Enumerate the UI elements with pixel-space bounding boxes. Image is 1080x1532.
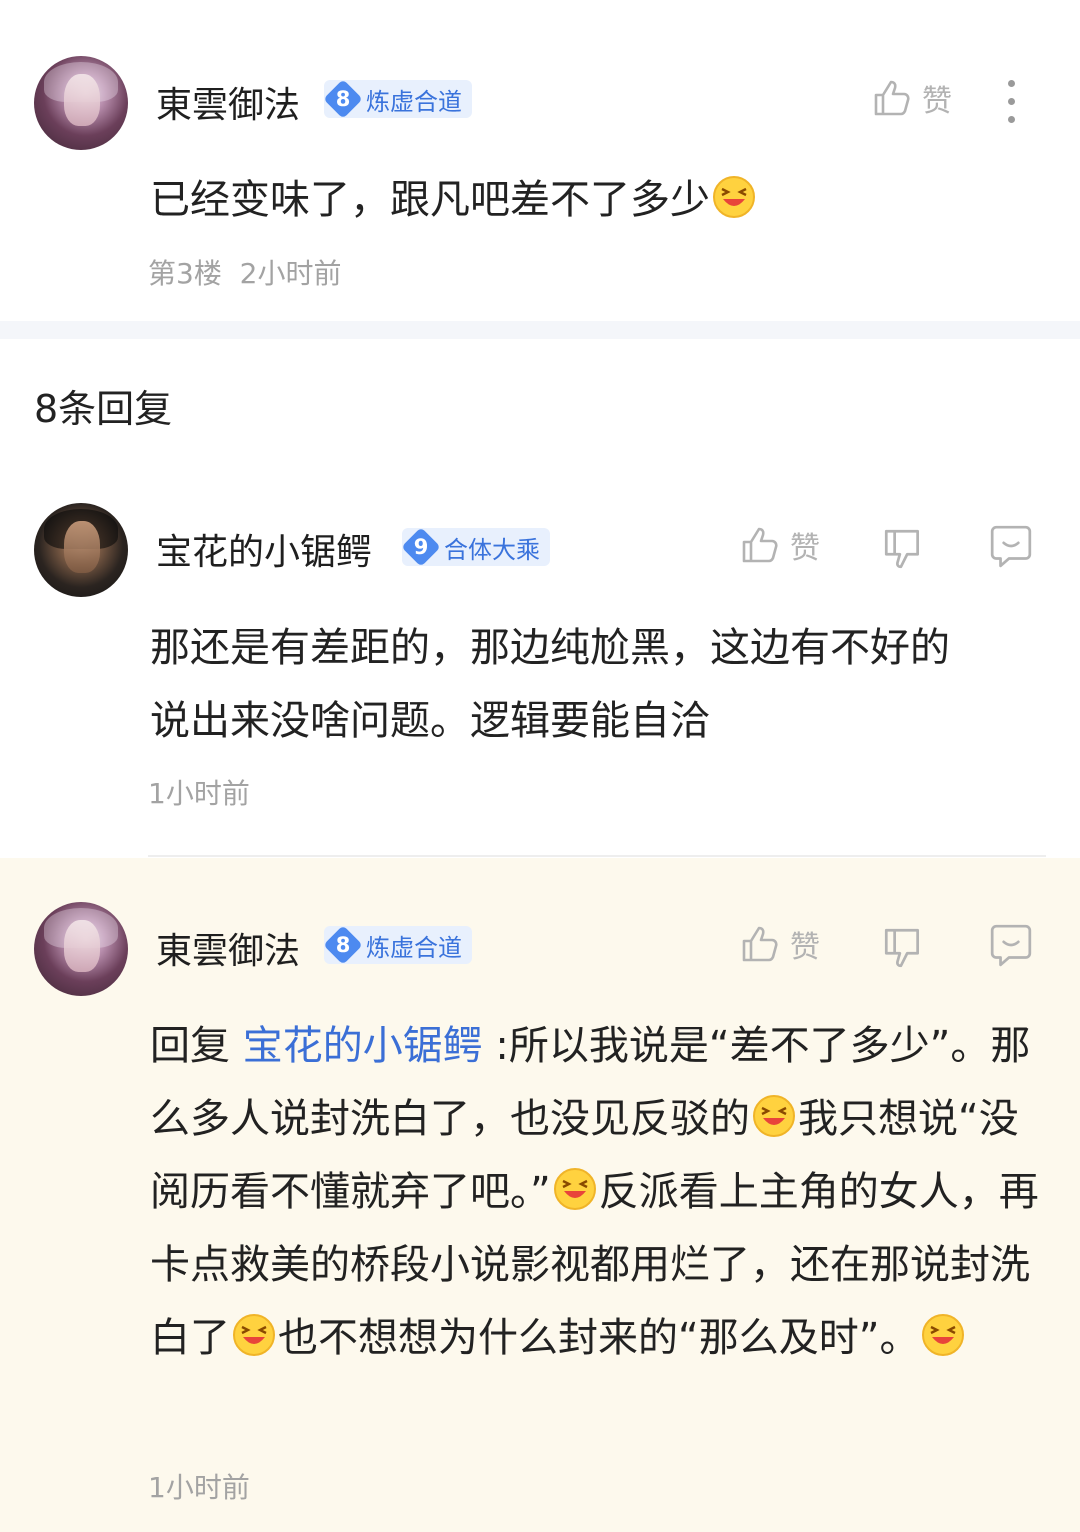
like-button[interactable]: 赞	[738, 922, 820, 966]
like-label: 赞	[922, 84, 952, 119]
level-badge[interactable]: 8 炼虚合道	[323, 925, 472, 965]
thumbs-up-icon	[742, 926, 778, 962]
like-label: 赞	[790, 531, 820, 566]
mention-link[interactable]: 宝花的小锯鳄	[243, 1023, 483, 1069]
laughing-emoji-icon	[553, 1168, 596, 1210]
username[interactable]: 東雲御法	[156, 922, 300, 974]
timestamp: 1小时前	[148, 777, 250, 810]
reply-text-line: 说出来没啥问题。逻辑要能自洽	[150, 698, 710, 744]
avatar-face	[64, 521, 100, 573]
like-label: 赞	[790, 930, 820, 965]
username[interactable]: 東雲御法	[156, 76, 300, 128]
avatar-face	[64, 74, 100, 126]
avatar-face	[64, 920, 100, 972]
level-title: 合体大乘	[444, 535, 540, 564]
like-button[interactable]: 赞	[738, 523, 820, 567]
laughing-emoji-icon	[713, 176, 755, 218]
comment-body: 已经变味了，跟凡吧差不了多少	[150, 177, 710, 223]
level-badge[interactable]: 8 炼虚合道	[323, 79, 472, 119]
avatar[interactable]	[34, 902, 128, 996]
thumbs-down-icon[interactable]	[880, 924, 926, 970]
reply-text-line: 那还是有差距的，那边纯尬黑，这边有不好的	[150, 625, 950, 671]
thumbs-up-icon	[742, 527, 778, 563]
comment-text: 已经变味了，跟凡吧差不了多少	[150, 164, 758, 237]
level-title: 炼虚合道	[366, 87, 462, 116]
laughing-emoji-icon	[922, 1314, 965, 1356]
level-title: 炼虚合道	[366, 933, 462, 962]
level-icon: 8	[323, 925, 363, 965]
floor-number: 第3楼	[148, 257, 222, 290]
comment-thread-page: 東雲御法 8 炼虚合道 赞 已经变味了，跟凡吧差不了多少 第3楼 2小时前 8条…	[0, 0, 1080, 1532]
like-button[interactable]: 赞	[870, 76, 952, 120]
reply-text: 回复 宝花的小锯鳄 :所以我说是“差不了多少”。那么多人说封洗白了，也没见反驳的…	[150, 1010, 1050, 1375]
avatar[interactable]	[34, 56, 128, 150]
laughing-emoji-icon	[753, 1095, 795, 1137]
replies-count-title: 8条回复	[34, 387, 173, 431]
reply-bubble-icon[interactable]	[988, 922, 1034, 968]
laughing-emoji-icon	[233, 1314, 275, 1356]
thumbs-down-icon[interactable]	[880, 525, 926, 571]
level-icon: 9	[401, 527, 441, 567]
reply-divider	[148, 855, 1046, 857]
username[interactable]: 宝花的小锯鳄	[156, 523, 372, 575]
timestamp: 1小时前	[148, 1471, 250, 1504]
reply-bubble-icon[interactable]	[988, 523, 1034, 569]
level-badge[interactable]: 9 合体大乘	[401, 527, 550, 567]
thumbs-up-icon	[874, 80, 910, 116]
reply-prefix: 回复	[150, 1023, 243, 1069]
level-icon: 8	[323, 79, 363, 119]
reply-body-segment: 也不想想为什么封来的“那么及时”。	[278, 1315, 920, 1361]
more-vertical-icon[interactable]	[1008, 80, 1018, 134]
reply-text: 那还是有差距的，那边纯尬黑，这边有不好的 说出来没啥问题。逻辑要能自洽	[150, 612, 950, 758]
floor-and-time: 第3楼 2小时前	[148, 252, 341, 292]
timestamp: 2小时前	[239, 257, 342, 290]
avatar[interactable]	[34, 503, 128, 597]
section-divider	[0, 321, 1080, 339]
